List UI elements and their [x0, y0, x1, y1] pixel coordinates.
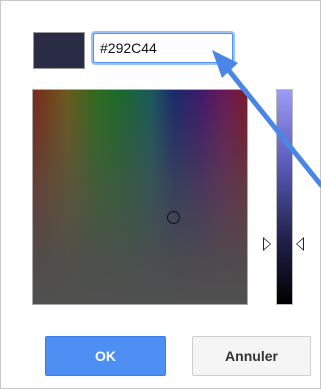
color-picker-dialog: OK Annuler: [0, 0, 321, 389]
selected-color-swatch: [33, 32, 85, 69]
brightness-slider[interactable]: [276, 89, 293, 305]
shade-gradient: [33, 90, 247, 304]
slider-left-arrow-icon[interactable]: [263, 237, 271, 251]
cancel-button[interactable]: Annuler: [192, 336, 311, 376]
hex-color-input[interactable]: [93, 33, 233, 63]
saturation-value-field[interactable]: [32, 89, 248, 305]
slider-right-arrow-icon[interactable]: [296, 237, 304, 251]
ok-button[interactable]: OK: [45, 336, 166, 376]
color-selector-handle[interactable]: [167, 211, 180, 224]
